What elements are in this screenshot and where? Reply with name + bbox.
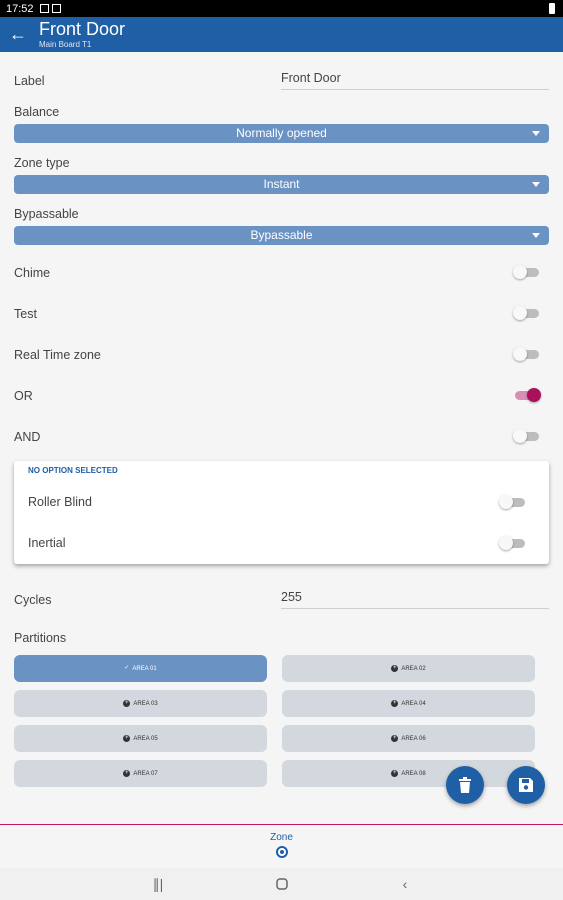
test-toggle[interactable] [513, 306, 541, 320]
dropdown-caret-icon [532, 233, 540, 238]
zone-type-dropdown[interactable]: Instant [14, 175, 549, 194]
chime-label: Chime [14, 266, 51, 280]
area-label: AREA 06 [401, 735, 426, 742]
area-04-button[interactable]: + AREA 04 [282, 690, 535, 717]
image-icon [51, 4, 61, 13]
add-circle-icon: + [123, 770, 131, 777]
area-label: AREA 01 [132, 665, 157, 672]
or-label: OR [14, 389, 33, 403]
dropdown-caret-icon [532, 182, 540, 187]
area-05-button[interactable]: + AREA 05 [14, 725, 267, 752]
add-circle-icon: + [123, 700, 131, 707]
or-toggle[interactable] [513, 388, 541, 402]
check-icon: ✓ [124, 665, 130, 671]
notification-icon [39, 4, 49, 13]
partitions-label: Partitions [14, 631, 67, 645]
floppy-disk-icon [519, 778, 533, 792]
tab-zone-label[interactable]: Zone [0, 832, 563, 843]
roller-blind-label: Roller Blind [28, 495, 92, 509]
tab-zone-indicator-icon[interactable] [276, 846, 288, 858]
area-07-button[interactable]: + AREA 07 [14, 760, 267, 787]
save-button[interactable] [507, 766, 545, 804]
zone-type-value: Instant [263, 177, 300, 191]
inertial-label: Inertial [28, 536, 66, 550]
real-time-zone-toggle[interactable] [513, 347, 541, 361]
bypassable-value: Bypassable [250, 228, 313, 242]
balance-value: Normally opened [236, 126, 327, 140]
recents-icon[interactable]: ∥| [148, 874, 168, 894]
and-toggle[interactable] [513, 429, 541, 443]
label-input[interactable]: Front Door [281, 71, 549, 90]
area-08-button[interactable]: + AREA 08 [282, 760, 535, 787]
area-label: AREA 08 [401, 770, 426, 777]
delete-button[interactable] [446, 766, 484, 804]
bypassable-label: Bypassable [14, 207, 79, 221]
system-nav-bar: ∥| ‹ [0, 868, 563, 900]
area-label: AREA 07 [133, 770, 158, 777]
add-circle-icon: + [391, 770, 399, 777]
back-arrow-icon[interactable]: ← [9, 24, 27, 44]
cycles-label: Cycles [14, 593, 52, 607]
dropdown-caret-icon [532, 131, 540, 136]
area-label: AREA 02 [401, 665, 426, 672]
status-time: 17:52 [6, 2, 34, 15]
balance-label: Balance [14, 105, 60, 119]
chevron-left-icon[interactable]: ‹ [395, 874, 415, 894]
zone-type-label: Zone type [14, 156, 70, 170]
area-label: AREA 03 [133, 700, 158, 707]
option-card-title: NO OPTION SELECTED [28, 466, 118, 475]
add-circle-icon: + [391, 665, 399, 672]
area-label: AREA 05 [133, 735, 158, 742]
real-time-zone-label: Real Time zone [14, 348, 101, 362]
test-label: Test [14, 307, 37, 321]
battery-icon [549, 3, 555, 14]
add-circle-icon: + [123, 735, 131, 742]
label-field-label: Label [14, 74, 45, 88]
area-01-button[interactable]: ✓ AREA 01 [14, 655, 267, 682]
page-subtitle: Main Board T1 [39, 40, 92, 49]
roller-blind-toggle[interactable] [499, 495, 527, 509]
and-label: AND [14, 430, 41, 444]
bottom-navigation: Zone [0, 825, 563, 868]
chime-toggle[interactable] [513, 265, 541, 279]
add-circle-icon: + [391, 700, 399, 707]
page-title: Front Door [39, 19, 126, 39]
cycles-input[interactable]: 255 [281, 590, 549, 609]
bypassable-dropdown[interactable]: Bypassable [14, 226, 549, 245]
area-label: AREA 04 [401, 700, 426, 707]
inertial-toggle[interactable] [499, 536, 527, 550]
area-02-button[interactable]: + AREA 02 [282, 655, 535, 682]
area-03-button[interactable]: + AREA 03 [14, 690, 267, 717]
option-card: NO OPTION SELECTED Roller Blind Inertial [14, 461, 549, 564]
app-bar: ← Front Door Main Board T1 [0, 17, 563, 52]
home-icon[interactable] [272, 874, 292, 894]
balance-dropdown[interactable]: Normally opened [14, 124, 549, 143]
trash-icon [459, 777, 471, 793]
area-06-button[interactable]: + AREA 06 [282, 725, 535, 752]
add-circle-icon: + [391, 735, 399, 742]
status-bar: 17:52 [0, 0, 563, 17]
